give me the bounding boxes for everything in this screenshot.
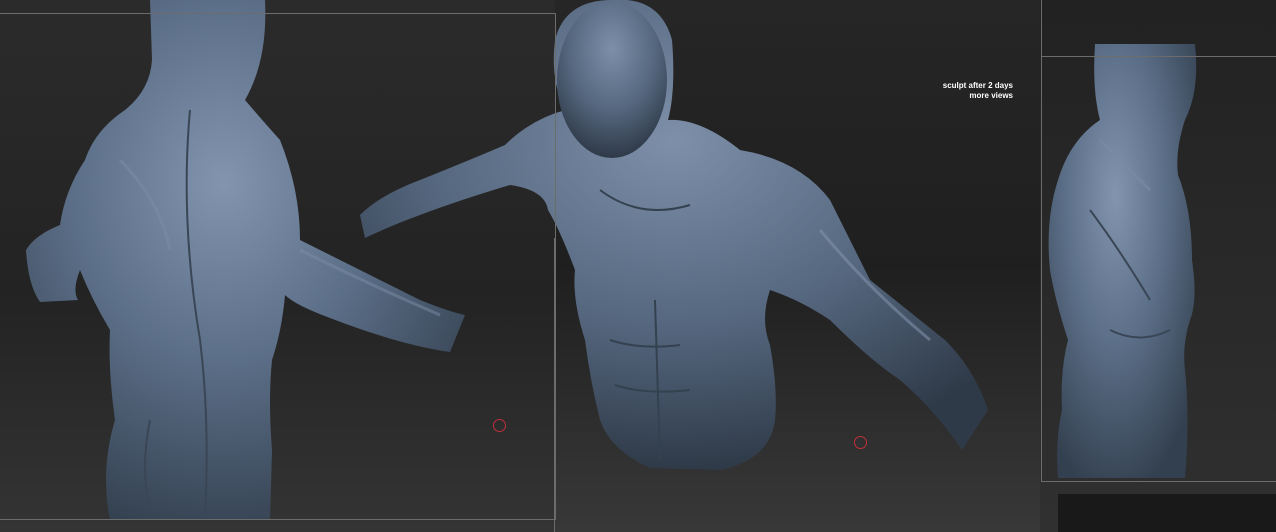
caption-line-1: sculpt after 2 days bbox=[942, 81, 1013, 90]
caption: sculpt after 2 days more views bbox=[943, 81, 1013, 101]
front-view-sculpt bbox=[360, 0, 988, 470]
transpose-marker-left[interactable] bbox=[493, 419, 506, 432]
sculpt-renders bbox=[26, 0, 1197, 520]
back-view-sculpt bbox=[26, 0, 465, 520]
caption-line-2: more views bbox=[969, 91, 1013, 100]
side-view-base-block bbox=[1058, 494, 1276, 532]
side-view-sculpt bbox=[1048, 44, 1197, 478]
transpose-marker-right[interactable] bbox=[854, 436, 867, 449]
